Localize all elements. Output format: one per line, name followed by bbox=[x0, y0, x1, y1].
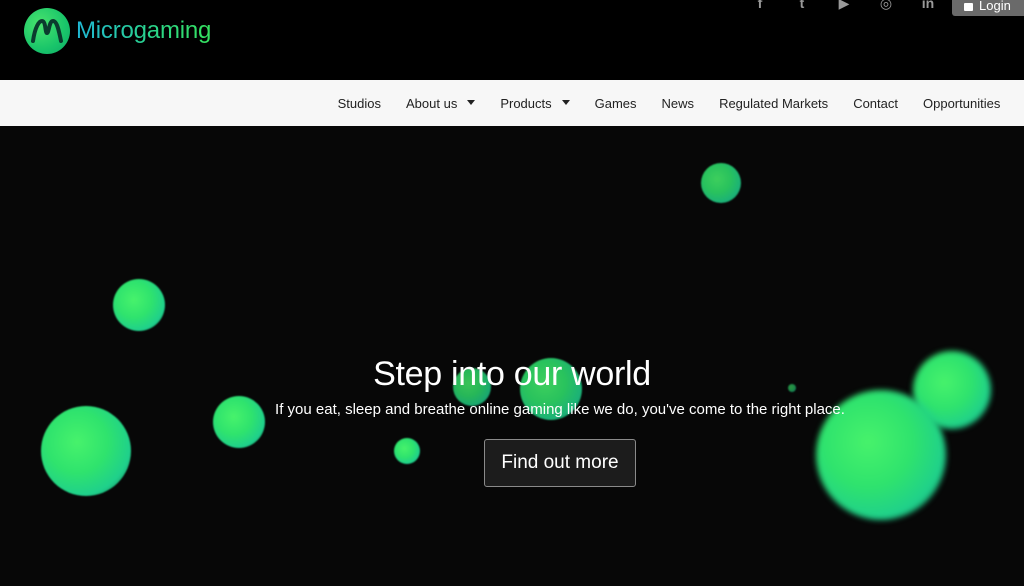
top-header: Microgaming f t ▶ ◎ in Login bbox=[0, 0, 1024, 80]
facebook-icon[interactable]: f bbox=[750, 0, 770, 12]
nav-item-label: News bbox=[661, 95, 695, 111]
microgaming-logo-icon bbox=[24, 8, 70, 54]
hero-subtitle: If you eat, sleep and breathe online gam… bbox=[275, 401, 845, 418]
nav-item-news[interactable]: News bbox=[662, 96, 695, 111]
find-out-more-button[interactable]: Find out more bbox=[484, 439, 636, 487]
twitter-icon[interactable]: t bbox=[792, 0, 812, 12]
nav-item-regulated-markets[interactable]: Regulated Markets bbox=[719, 96, 828, 111]
decorative-bubble bbox=[41, 406, 131, 496]
nav-item-label: Regulated Markets bbox=[719, 95, 829, 111]
nav-item-studios[interactable]: Studios bbox=[338, 96, 381, 111]
instagram-icon[interactable]: ◎ bbox=[876, 0, 896, 12]
decorative-bubble bbox=[701, 163, 741, 203]
main-navigation: Studios About us Products Games News Reg… bbox=[0, 80, 1024, 127]
nav-item-products[interactable]: Products bbox=[500, 95, 570, 111]
brand-logo[interactable]: Microgaming bbox=[24, 8, 211, 54]
nav-item-label: Contact bbox=[853, 95, 898, 111]
nav-item-label: Games bbox=[594, 95, 637, 111]
decorative-bubble bbox=[394, 438, 420, 464]
nav-item-label: Studios bbox=[337, 95, 381, 111]
youtube-icon[interactable]: ▶ bbox=[834, 0, 854, 12]
lock-icon bbox=[964, 3, 973, 11]
linkedin-icon[interactable]: in bbox=[918, 0, 938, 12]
decorative-bubble bbox=[113, 279, 165, 331]
nav-item-contact[interactable]: Contact bbox=[853, 96, 898, 111]
nav-item-label: About us bbox=[406, 95, 458, 111]
hero-section: Step into our world If you eat, sleep an… bbox=[0, 126, 1024, 586]
login-button[interactable]: Login bbox=[952, 0, 1024, 16]
hero-title: Step into our world bbox=[373, 354, 651, 393]
nav-list: Studios About us Products Games News Reg… bbox=[338, 80, 1024, 126]
nav-item-label: Opportunities bbox=[923, 95, 1001, 111]
nav-item-label: Products bbox=[500, 95, 552, 111]
nav-item-opportunities[interactable]: Opportunities bbox=[923, 96, 1000, 111]
caret-down-icon bbox=[561, 99, 570, 105]
nav-item-games[interactable]: Games bbox=[595, 96, 637, 111]
brand-logo-text: Microgaming bbox=[76, 17, 212, 44]
caret-down-icon bbox=[467, 99, 476, 105]
login-label: Login bbox=[979, 0, 1011, 13]
social-links: f t ▶ ◎ in bbox=[750, 0, 938, 12]
nav-item-about-us[interactable]: About us bbox=[406, 95, 476, 111]
